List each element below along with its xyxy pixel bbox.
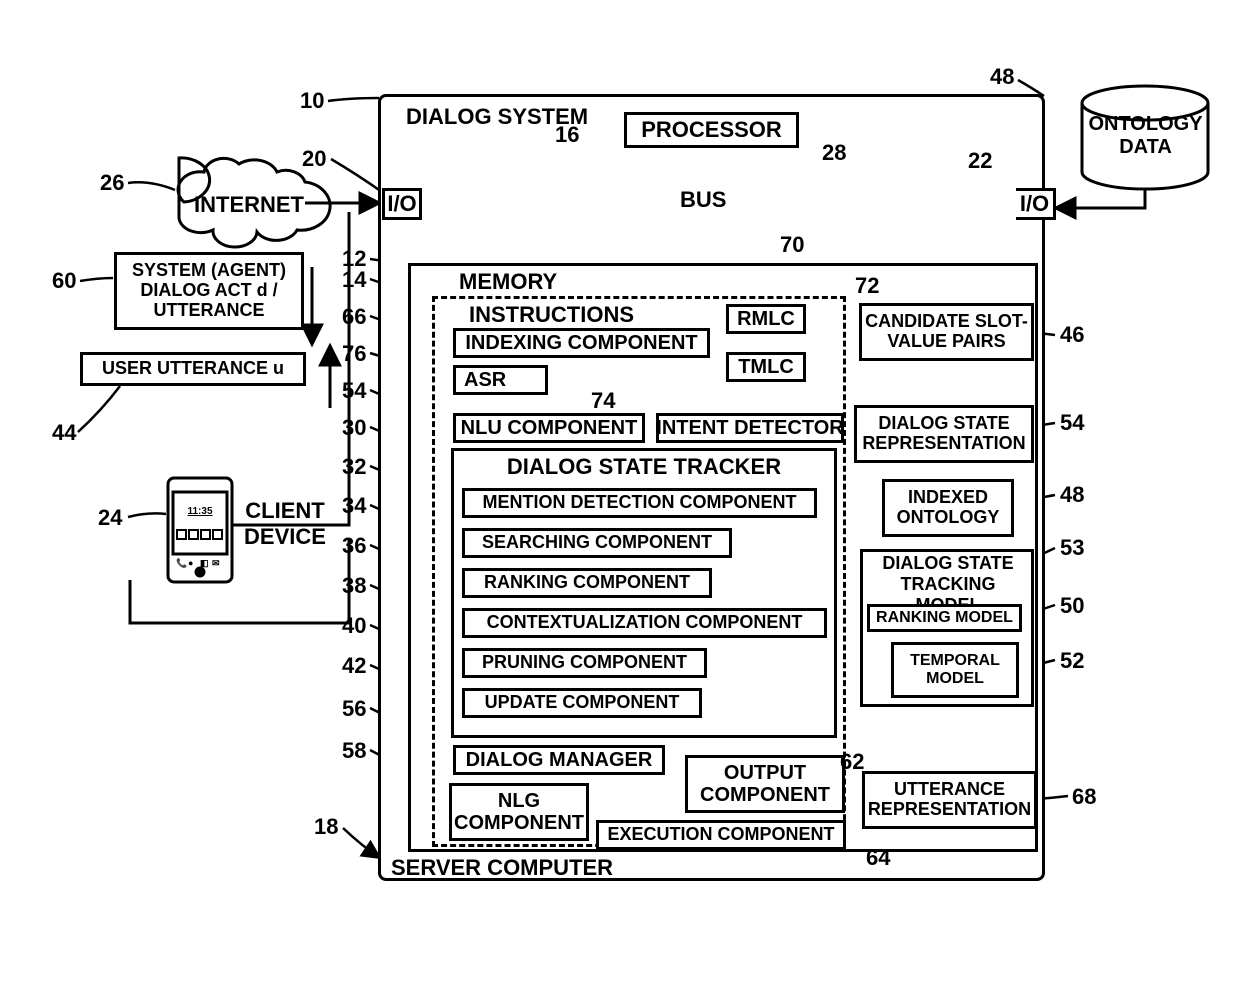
dialog-state-repr-box: DIALOG STATE REPRESENTATION	[854, 405, 1034, 463]
ref-24: 24	[98, 505, 122, 531]
pruning-component-box: PRUNING COMPONENT	[462, 648, 707, 678]
nlg-component-box: NLG COMPONENT	[449, 783, 589, 841]
indexing-component-box: INDEXING COMPONENT	[453, 328, 710, 358]
svg-text:11:35: 11:35	[187, 506, 212, 517]
ref-64: 64	[866, 845, 890, 871]
contextualization-box: CONTEXTUALIZATION COMPONENT	[462, 608, 827, 638]
processor-box: PROCESSOR	[624, 112, 799, 148]
ref-30: 30	[342, 415, 366, 441]
ref-62: 62	[840, 749, 864, 775]
ref-66: 66	[342, 304, 366, 330]
ref-46: 46	[1060, 322, 1084, 348]
ref-52: 52	[1060, 648, 1084, 674]
ref-70: 70	[780, 232, 804, 258]
ref-36: 36	[342, 533, 366, 559]
ref-56: 56	[342, 696, 366, 722]
ref-26: 26	[100, 170, 124, 196]
system-agent-box: SYSTEM (AGENT) DIALOG ACT d / UTTERANCE	[114, 252, 304, 330]
ref-10: 10	[300, 88, 324, 114]
svg-text:✉: ✉	[212, 558, 220, 568]
user-utterance-box: USER UTTERANCE u	[80, 352, 306, 386]
ref-28: 28	[822, 140, 846, 166]
ref-18: 18	[314, 814, 338, 840]
ref-32: 32	[342, 454, 366, 480]
tmlc-box: TMLC	[726, 352, 806, 382]
ref-53: 53	[1060, 535, 1084, 561]
ref-14: 14	[342, 267, 366, 293]
ref-20: 20	[302, 146, 326, 172]
update-component-box: UPDATE COMPONENT	[462, 688, 702, 718]
candidate-slot-box: CANDIDATE SLOT-VALUE PAIRS	[859, 303, 1034, 361]
ref-44: 44	[52, 420, 76, 446]
io-left-box: I/O	[382, 188, 422, 220]
ref-54a: 54	[342, 378, 366, 404]
svg-text:●: ●	[188, 558, 193, 568]
ref-54b: 54	[1060, 410, 1084, 436]
dst-title: DIALOG STATE TRACKER	[454, 455, 834, 479]
ref-16: 16	[555, 122, 579, 148]
rmlc-box: RMLC	[726, 304, 806, 334]
nlu-component-box: NLU COMPONENT	[453, 413, 645, 443]
client-device-label: CLIENT DEVICE	[240, 498, 330, 550]
ref-48a: 48	[990, 64, 1014, 90]
ref-50: 50	[1060, 593, 1084, 619]
ontology-data-label: ONTOLOGY DATA	[1088, 113, 1203, 159]
asr-box: ASR	[453, 365, 548, 395]
server-computer-label: SERVER COMPUTER	[391, 855, 613, 881]
searching-component-box: SEARCHING COMPONENT	[462, 528, 732, 558]
output-component-box: OUTPUT COMPONENT	[685, 755, 845, 813]
ref-76: 76	[342, 341, 366, 367]
ranking-model-box: RANKING MODEL	[867, 604, 1022, 632]
svg-text:◧: ◧	[200, 558, 209, 568]
intent-detector-box: INTENT DETECTOR	[656, 413, 844, 443]
bus-label: BUS	[680, 187, 726, 213]
dialog-manager-box: DIALOG MANAGER	[453, 745, 665, 775]
utterance-repr-box: UTTERANCE REPRESENTATION	[862, 771, 1037, 829]
ref-48b: 48	[1060, 482, 1084, 508]
ref-74: 74	[591, 388, 615, 414]
ref-22: 22	[968, 148, 992, 174]
svg-text:📞: 📞	[176, 557, 188, 568]
internet-label: INTERNET	[194, 192, 304, 218]
ref-68: 68	[1072, 784, 1096, 810]
ref-58: 58	[342, 738, 366, 764]
temporal-model-box: TEMPORAL MODEL	[891, 642, 1019, 698]
ref-38: 38	[342, 573, 366, 599]
mention-detection-box: MENTION DETECTION COMPONENT	[462, 488, 817, 518]
io-right-box: I/O	[1016, 188, 1056, 220]
ref-60: 60	[52, 268, 76, 294]
ref-42: 42	[342, 653, 366, 679]
ref-34: 34	[342, 493, 366, 519]
ref-72: 72	[855, 273, 879, 299]
ref-40: 40	[342, 613, 366, 639]
ranking-component-box: RANKING COMPONENT	[462, 568, 712, 598]
indexed-ontology-box: INDEXED ONTOLOGY	[882, 479, 1014, 537]
execution-component-box: EXECUTION COMPONENT	[596, 820, 846, 850]
memory-title: MEMORY	[459, 270, 557, 294]
